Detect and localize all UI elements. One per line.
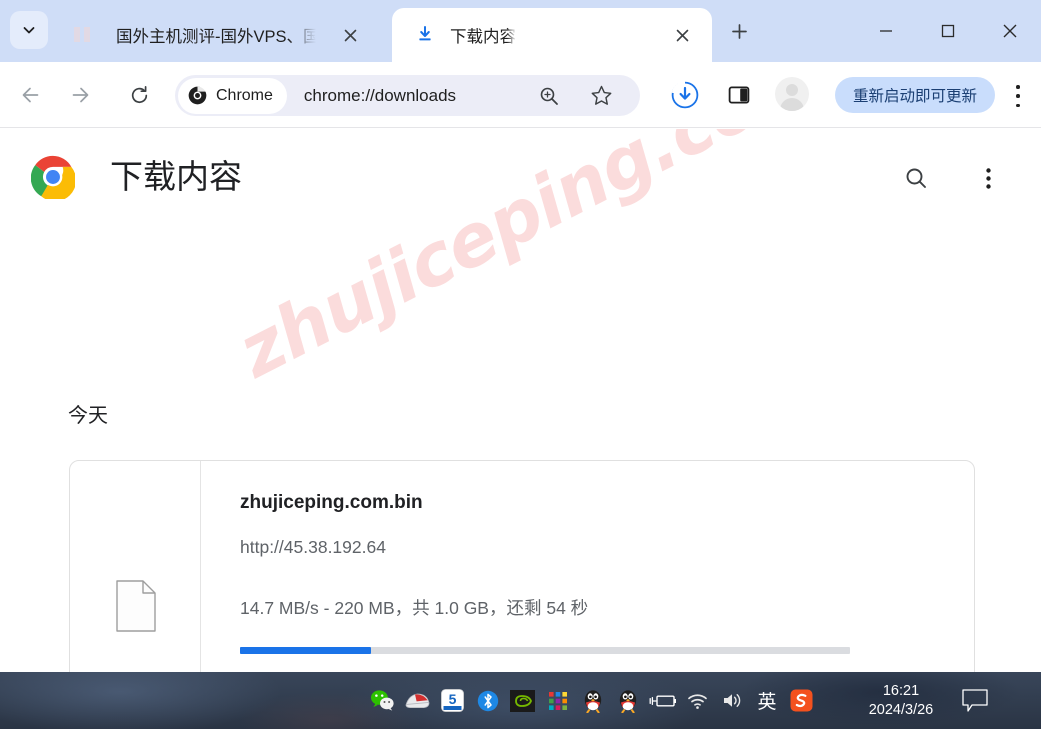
tab-strip: 国外主机测评-国外VPS、国 下载内容 (0, 0, 1041, 62)
tab-background[interactable]: 国外主机测评-国外VPS、国 (60, 8, 380, 62)
download-source-url[interactable]: http://45.38.192.64 (240, 537, 386, 558)
window-controls (855, 0, 1041, 62)
file-icon-column (70, 461, 201, 672)
side-panel-button[interactable] (720, 76, 758, 114)
star-icon[interactable] (585, 80, 617, 112)
close-button[interactable] (979, 0, 1041, 62)
mouse-icon[interactable] (400, 672, 435, 729)
page-title: 下载内容 (110, 158, 242, 195)
minimize-button[interactable] (855, 0, 917, 62)
downloads-tray-icon (671, 81, 699, 109)
download-icon-blue (416, 25, 436, 45)
chrome-source-chip[interactable]: Chrome (178, 77, 287, 114)
wechat-icon[interactable] (365, 672, 400, 729)
download-progress-bar (240, 647, 850, 654)
download-file-name: zhujiceping.com.bin (240, 492, 423, 513)
taskbar-clock[interactable]: 16:21 2024/3/26 (855, 672, 947, 729)
battery-charging-icon[interactable] (645, 672, 680, 729)
notification-bubble-icon[interactable] (962, 689, 988, 712)
wifi-icon[interactable] (680, 672, 715, 729)
downloads-page-header: 下载内容 (0, 129, 1041, 227)
ime-english-icon[interactable]: 英 (750, 672, 784, 729)
url-text: chrome://downloads (303, 85, 457, 105)
close-icon (1001, 22, 1019, 40)
download-progress-fill (240, 647, 372, 654)
generic-file-icon (116, 580, 156, 632)
volume-icon[interactable] (715, 672, 750, 729)
minimize-icon (878, 23, 894, 39)
new-tab-button[interactable] (724, 16, 754, 46)
chevron-down-icon (21, 22, 37, 38)
windows-taskbar: 5 英 16:21 2024/3/26 (0, 672, 1041, 729)
tab-title: 下载内容 (450, 28, 516, 46)
maximize-button[interactable] (917, 0, 979, 62)
reload-icon (129, 85, 150, 106)
svg-text:5: 5 (449, 691, 457, 707)
nvidia-icon[interactable] (505, 672, 540, 729)
browser-toolbar: Chrome chrome://downloads 重新启动即可更新 (0, 62, 1041, 128)
ime-label: 英 (757, 692, 777, 713)
plus-icon (731, 23, 748, 40)
download-item-card: zhujiceping.com.bin http://45.38.192.64 … (69, 460, 975, 672)
reload-button[interactable] (119, 75, 159, 115)
tab-search-button[interactable] (10, 11, 48, 49)
sogou-icon[interactable] (784, 672, 819, 729)
downloads-page: zhujiceping.com 下载内容 今天 zhujiceping.com.… (0, 129, 1041, 672)
profile-avatar-icon[interactable] (775, 77, 809, 111)
forward-button[interactable] (60, 75, 100, 115)
page-three-dot-menu-icon[interactable] (969, 159, 1007, 197)
tab-downloads[interactable]: 下载内容 (392, 8, 712, 62)
system-tray: 5 英 (365, 672, 819, 729)
qq-penguin-icon[interactable] (610, 672, 645, 729)
tab-title: 国外主机测评-国外VPS、国 (116, 28, 316, 46)
chrome-chip-label: Chrome (216, 86, 273, 104)
update-button[interactable]: 重新启动即可更新 (834, 77, 995, 113)
clock-date: 2024/3/26 (868, 701, 934, 718)
three-dot-menu-icon[interactable] (1005, 82, 1031, 110)
browser-window: 国外主机测评-国外VPS、国 下载内容 Chrome chrome://down… (0, 0, 1041, 729)
side-panel-icon (728, 84, 750, 106)
search-icon[interactable] (897, 159, 935, 197)
bluetooth-icon[interactable] (470, 672, 505, 729)
forward-arrow-icon (69, 84, 91, 106)
chrome-logo (31, 155, 75, 199)
back-button[interactable] (11, 75, 51, 115)
download-status-text: 14.7 MB/s - 220 MB，共 1.0 GB，还剩 54 秒 (240, 598, 589, 618)
qq-penguin-icon[interactable] (575, 672, 610, 729)
clock-time: 16:21 (882, 682, 920, 699)
zoom-magnifier-icon[interactable] (533, 80, 565, 112)
downloads-tray-button[interactable] (666, 76, 704, 114)
site-favicon-red (82, 25, 102, 45)
color-grid-icon[interactable] (540, 672, 575, 729)
tab-close-button[interactable] (338, 23, 362, 47)
section-label-today: 今天 (68, 405, 108, 427)
chrome-logo-small-icon (188, 86, 207, 105)
maximize-icon (940, 23, 956, 39)
back-arrow-icon (20, 84, 42, 106)
tab-close-button[interactable] (670, 23, 694, 47)
address-bar[interactable]: Chrome chrome://downloads (175, 75, 640, 116)
kuaishou-5-icon[interactable]: 5 (435, 672, 470, 729)
